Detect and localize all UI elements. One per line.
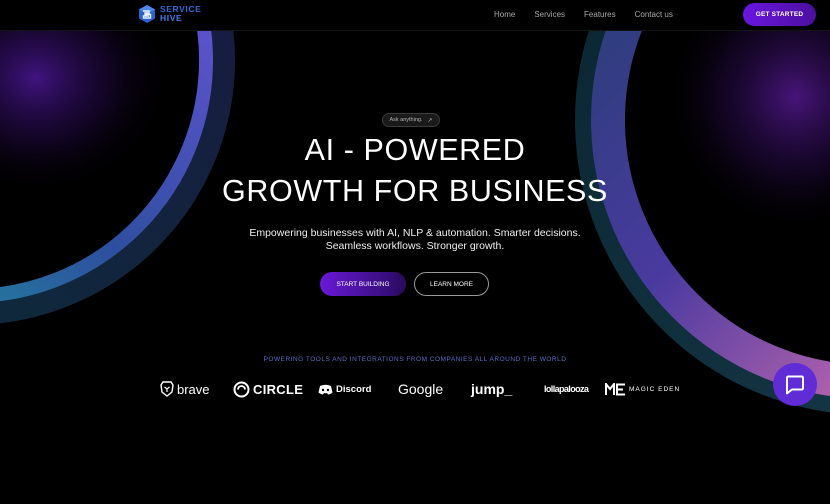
hero-headline: AI - POWERED GROWTH FOR BUSINESS — [0, 130, 830, 212]
google-label: Google — [398, 381, 444, 397]
partner-logo-magic-eden: MAGIC EDEN — [605, 376, 680, 402]
nav-link-services[interactable]: Services — [534, 10, 565, 19]
hero-subtitle: Empowering businesses with AI, NLP & aut… — [0, 227, 830, 253]
subtitle-line-2: Seamless workflows. Stronger growth. — [325, 240, 505, 252]
partner-logo-discord: Discord — [318, 376, 371, 402]
partner-logos: brave CIRCLE Discord Google jump_ lollap… — [0, 376, 830, 402]
magic-eden-me-icon — [605, 382, 625, 395]
get-started-button[interactable]: GET STARTED — [743, 3, 816, 26]
hexagon-s-logo-icon — [139, 5, 155, 23]
arrow-up-right-icon: ↗ — [427, 117, 433, 124]
partner-logo-google: Google — [398, 376, 443, 402]
nav-link-home[interactable]: Home — [494, 10, 515, 19]
jump-label: jump_ — [471, 381, 513, 397]
chat-bubble-icon — [786, 375, 804, 394]
partner-logo-lollapalooza: lollapalooza — [544, 376, 589, 402]
circle-label: CIRCLE — [253, 381, 304, 397]
magic-eden-label: MAGIC EDEN — [629, 385, 681, 393]
lollapalooza-label: lollapalooza — [544, 384, 589, 394]
partners-heading: POWERING TOOLS AND INTEGRATIONS FROM COM… — [263, 356, 567, 363]
ask-anything-pill[interactable]: Ask anything. ↗ — [382, 113, 440, 127]
learn-more-button[interactable]: LEARN MORE — [414, 272, 489, 296]
nav-link-contact[interactable]: Contact us — [635, 10, 673, 19]
brave-lion-icon — [160, 381, 174, 397]
brand-line-2: HIVE — [160, 13, 183, 23]
nav-links: Home Services Features Contact us — [494, 10, 692, 19]
nav-link-features[interactable]: Features — [584, 10, 616, 19]
start-building-button[interactable]: START BUILDING — [320, 272, 406, 296]
partner-logo-brave: brave — [160, 376, 210, 402]
brand-logo[interactable]: SERVICE HIVE — [137, 4, 201, 24]
headline-line-2: GROWTH FOR BUSINESS — [222, 174, 608, 208]
top-navbar: SERVICE HIVE Home Services Features Cont… — [0, 0, 830, 31]
headline-line-1: AI - POWERED — [304, 133, 526, 167]
discord-label: Discord — [336, 383, 372, 395]
brand-wordmark: SERVICE HIVE — [160, 5, 201, 23]
ask-pill-label: Ask anything. — [389, 117, 423, 123]
partner-logo-jump: jump_ — [471, 376, 512, 402]
partner-logo-circle: CIRCLE — [233, 376, 303, 402]
navbar-divider — [0, 30, 830, 31]
brave-label: brave — [177, 381, 210, 397]
subtitle-line-1: Empowering businesses with AI, NLP & aut… — [249, 227, 581, 239]
discord-controller-icon — [318, 384, 333, 394]
circle-ring-icon — [233, 381, 250, 397]
chat-widget-button[interactable] — [773, 363, 817, 406]
